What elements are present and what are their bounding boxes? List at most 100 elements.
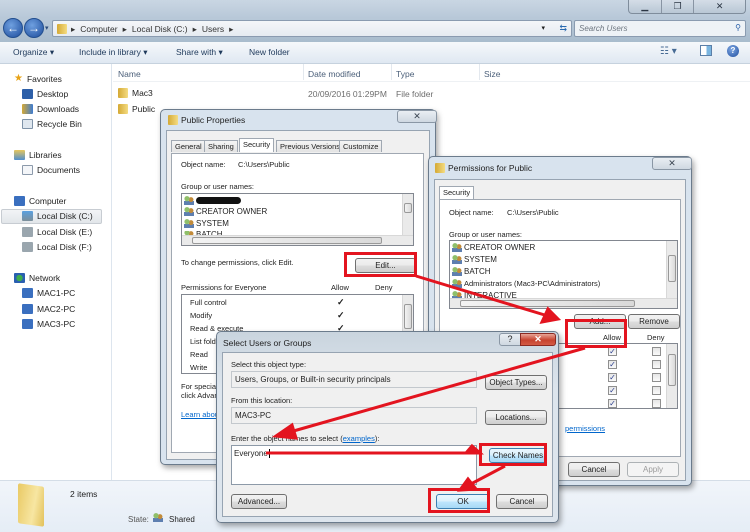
tab-security[interactable]: Security	[239, 138, 275, 152]
users-list[interactable]: CREATOR OWNER SYSTEM BATCH Administrator…	[449, 240, 678, 309]
tab-security[interactable]: Security	[439, 186, 475, 200]
minimize-button[interactable]: ▁	[629, 0, 662, 13]
object-names-textarea[interactable]: Everyone	[231, 445, 477, 485]
tab-general[interactable]: General	[171, 140, 206, 152]
column-date-modified[interactable]: Date modified	[308, 69, 360, 79]
file-row-mac3[interactable]: Mac3	[118, 88, 153, 98]
nav-network[interactable]: Network	[14, 273, 60, 283]
nav-local-disk-e[interactable]: Local Disk (E:)	[22, 227, 92, 237]
scroll-thumb[interactable]	[404, 203, 412, 213]
allow-check-icon: ✓	[337, 297, 345, 307]
folder-icon	[168, 115, 178, 125]
nav-downloads[interactable]: Downloads	[22, 104, 79, 114]
user-item[interactable]	[184, 196, 241, 205]
user-item[interactable]: SYSTEM	[452, 255, 497, 264]
user-item[interactable]: BATCH	[452, 267, 491, 276]
cancel-button[interactable]: Cancel	[568, 462, 620, 477]
apply-button[interactable]: Apply	[627, 462, 679, 477]
deny-checkbox[interactable]	[652, 347, 661, 356]
user-item[interactable]: CREATOR OWNER	[184, 207, 267, 216]
column-name[interactable]: Name	[118, 69, 141, 79]
nav-recycle-bin[interactable]: Recycle Bin	[22, 119, 82, 129]
nav-mac1-pc[interactable]: MAC1-PC	[22, 288, 75, 298]
horizontal-scrollbar[interactable]	[182, 235, 413, 245]
search-input[interactable]: Search Users ⚲	[574, 20, 746, 37]
nav-libraries[interactable]: Libraries	[14, 150, 62, 160]
ok-button[interactable]: OK	[436, 494, 490, 509]
user-item[interactable]: Administrators (Mac3-PC\Administrators)	[452, 279, 600, 288]
restore-button[interactable]: ❐	[662, 0, 695, 13]
deny-checkbox[interactable]	[652, 399, 661, 408]
address-bar[interactable]: ▸ Computer ▸ Local Disk (C:) ▸ Users ▸ ▾…	[52, 20, 572, 37]
tab-sharing[interactable]: Sharing	[204, 140, 238, 152]
deny-checkbox[interactable]	[652, 360, 661, 369]
tab-previous-versions[interactable]: Previous Versions	[276, 140, 345, 152]
add-button[interactable]: Add...	[574, 314, 626, 329]
close-button[interactable]: ✕	[520, 333, 556, 346]
recent-pages-dropdown-icon[interactable]: ▾	[45, 24, 49, 32]
include-in-library-menu[interactable]: Include in library ▾	[79, 47, 148, 58]
nav-label: Local Disk (E:)	[37, 227, 93, 237]
vertical-scrollbar[interactable]	[402, 194, 413, 235]
allow-checkbox[interactable]: ✓	[608, 360, 617, 369]
advanced-button[interactable]: Advanced...	[231, 494, 287, 509]
allow-checkbox[interactable]: ✓	[608, 347, 617, 356]
deny-checkbox[interactable]	[652, 373, 661, 382]
allow-checkbox[interactable]: ✓	[608, 386, 617, 395]
nav-mac3-pc[interactable]: MAC3-PC	[22, 319, 75, 329]
nav-local-disk-c[interactable]: Local Disk (C:)	[22, 211, 93, 221]
share-with-menu[interactable]: Share with ▾	[176, 47, 223, 58]
organize-menu[interactable]: Organize ▾	[13, 47, 54, 58]
examples-link[interactable]: examples	[343, 434, 375, 443]
back-button[interactable]: ←	[3, 18, 23, 38]
view-options-icon[interactable]: ☷ ▾	[660, 46, 677, 57]
users-list[interactable]: CREATOR OWNER SYSTEM BATCH	[181, 193, 414, 246]
nav-local-disk-f[interactable]: Local Disk (F:)	[22, 242, 92, 252]
nav-computer[interactable]: Computer	[14, 196, 66, 206]
folder-icon	[57, 24, 67, 34]
user-item[interactable]: CREATOR OWNER	[452, 243, 535, 252]
nav-desktop[interactable]: Desktop	[22, 89, 68, 99]
nav-favorites[interactable]: ★ Favorites	[14, 73, 62, 84]
scroll-thumb[interactable]	[192, 237, 382, 244]
horizontal-scrollbar[interactable]	[450, 298, 677, 308]
file-row-public[interactable]: Public	[118, 104, 155, 114]
nav-mac2-pc[interactable]: MAC2-PC	[22, 304, 75, 314]
column-type[interactable]: Type	[396, 69, 414, 79]
nav-documents[interactable]: Documents	[22, 165, 80, 175]
desktop-icon	[22, 89, 33, 99]
check-names-button[interactable]: Check Names	[489, 448, 547, 463]
column-size[interactable]: Size	[484, 69, 501, 79]
refresh-icon[interactable]: ⇆	[559, 23, 567, 34]
scroll-thumb[interactable]	[404, 304, 412, 329]
tab-customize[interactable]: Customize	[339, 140, 383, 152]
allow-checkbox[interactable]: ✓	[608, 399, 617, 408]
breadcrumb-users[interactable]: Users	[202, 24, 224, 35]
permissions-link[interactable]: permissions	[565, 424, 605, 433]
preview-pane-icon[interactable]	[700, 45, 712, 56]
close-button[interactable]: ✕	[694, 0, 745, 13]
vertical-scrollbar[interactable]	[666, 344, 677, 408]
user-item[interactable]: SYSTEM	[184, 219, 229, 228]
address-dropdown-icon[interactable]: ▾	[541, 24, 545, 32]
allow-checkbox[interactable]: ✓	[608, 373, 617, 382]
search-icon[interactable]: ⚲	[735, 23, 741, 32]
scroll-thumb[interactable]	[668, 255, 676, 282]
close-button[interactable]: ✕	[397, 110, 437, 123]
forward-button[interactable]: →	[24, 18, 44, 38]
deny-checkbox[interactable]	[652, 386, 661, 395]
breadcrumb-computer[interactable]: Computer	[80, 24, 117, 35]
new-folder-button[interactable]: New folder	[249, 47, 290, 57]
close-button[interactable]: ✕	[652, 157, 692, 170]
vertical-scrollbar[interactable]	[666, 241, 677, 298]
remove-button[interactable]: Remove	[628, 314, 680, 329]
object-types-button[interactable]: Object Types...	[485, 375, 547, 390]
scroll-thumb[interactable]	[668, 354, 676, 386]
scroll-thumb[interactable]	[460, 300, 635, 307]
cancel-button[interactable]: Cancel	[496, 494, 548, 509]
breadcrumb-local-disk[interactable]: Local Disk (C:)	[132, 24, 188, 35]
help-icon[interactable]: ?	[727, 45, 739, 57]
edit-button[interactable]: Edit...	[355, 258, 416, 273]
locations-button[interactable]: Locations...	[485, 410, 547, 425]
help-button[interactable]: ?	[499, 333, 521, 346]
